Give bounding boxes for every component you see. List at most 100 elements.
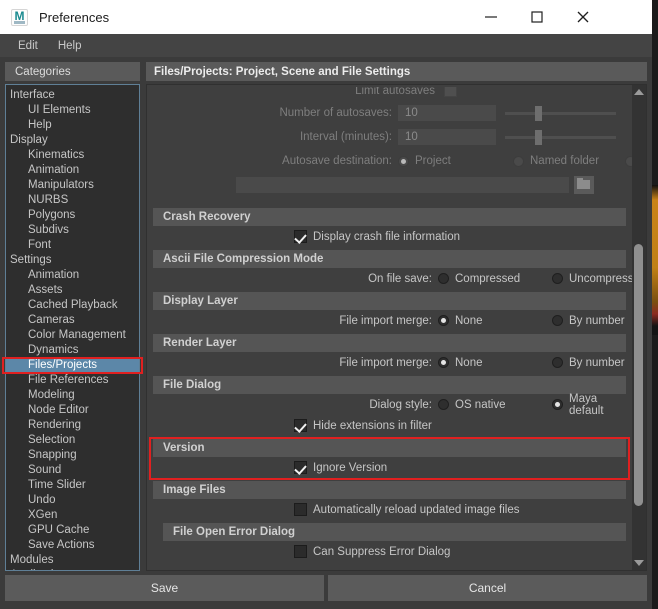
menu-item-edit[interactable]: Edit	[10, 38, 46, 54]
folder-icon[interactable]	[574, 176, 594, 194]
sidebar-item-interface[interactable]: Interface	[6, 88, 139, 103]
sidebar-item-animation[interactable]: Animation	[6, 268, 139, 283]
render-layer-option-none[interactable]: None	[438, 357, 483, 369]
number-of-autosaves-field[interactable]: 10	[397, 104, 497, 122]
autosave-destination-option-env-var[interactable]: Env Var	[625, 149, 632, 173]
option-label: Can Suppress Error Dialog	[313, 545, 451, 558]
auto-reload-images-option[interactable]: Automatically reload updated image files	[294, 503, 519, 516]
hide-extensions-option[interactable]: Hide extensions in filter	[294, 419, 432, 432]
number-of-autosaves-slider[interactable]	[505, 105, 616, 121]
radio-icon[interactable]	[513, 155, 524, 167]
categories-list[interactable]: Interface UI Elements Help Display Kinematic…	[5, 84, 140, 571]
close-button[interactable]	[560, 0, 606, 34]
can-suppress-error-option[interactable]: Can Suppress Error Dialog	[294, 545, 450, 558]
sidebar-item-subdivs[interactable]: Subdivs	[6, 223, 139, 238]
option-label: None	[455, 356, 483, 369]
sidebar-item-rendering[interactable]: Rendering	[6, 418, 139, 433]
sidebar-item-modules[interactable]: Modules	[6, 553, 139, 568]
sidebar-item-files-projects[interactable]: Files/Projects	[6, 358, 139, 373]
slider-thumb[interactable]	[535, 105, 542, 121]
checkbox-icon[interactable]	[294, 503, 307, 516]
compression-option-compressed[interactable]: Compressed	[438, 273, 520, 285]
sidebar-item-dynamics[interactable]: Dynamics	[6, 343, 139, 358]
sidebar-item-save-actions[interactable]: Save Actions	[6, 538, 139, 553]
radio-icon[interactable]	[552, 399, 563, 410]
checkbox-icon[interactable]	[294, 461, 307, 474]
sidebar-item-modeling[interactable]: Modeling	[6, 388, 139, 403]
sidebar-item-gpu-cache[interactable]: GPU Cache	[6, 523, 139, 538]
display-layer-option-none[interactable]: None	[438, 315, 483, 327]
sidebar-item-nurbs[interactable]: NURBS	[6, 193, 139, 208]
sidebar-item-sound[interactable]: Sound	[6, 463, 139, 478]
radio-icon[interactable]	[398, 155, 409, 167]
interval-minutes-slider[interactable]	[505, 129, 616, 145]
checkbox-icon[interactable]	[294, 545, 307, 558]
settings-panel: Files/Projects: Project, Scene and File …	[146, 62, 647, 571]
option-label: Maya default	[569, 392, 604, 417]
scrollbar-thumb[interactable]	[634, 244, 643, 506]
radio-icon[interactable]	[438, 357, 449, 368]
option-label: Display crash file information	[313, 230, 461, 243]
interval-minutes-field[interactable]: 10	[397, 128, 497, 146]
menu-item-help[interactable]: Help	[50, 38, 90, 54]
sidebar-item-cached-playback[interactable]: Cached Playback	[6, 298, 139, 313]
sidebar-item-cameras[interactable]: Cameras	[6, 313, 139, 328]
scroll-down-arrow-icon[interactable]	[633, 556, 646, 570]
display-layer-option-by-number[interactable]: By number	[552, 315, 625, 327]
sidebar-item-selection[interactable]: Selection	[6, 433, 139, 448]
sidebar-item-kinematics[interactable]: Kinematics	[6, 148, 139, 163]
settings-panel-header: Files/Projects: Project, Scene and File …	[146, 62, 647, 81]
sidebar-item-ui-elements[interactable]: UI Elements	[6, 103, 139, 118]
autosave-destination-option-project[interactable]: Project	[398, 155, 451, 167]
limit-autosaves-row: Limit autosaves	[147, 87, 632, 101]
radio-icon[interactable]	[438, 315, 449, 326]
interval-minutes-label: Interval (minutes):	[299, 131, 392, 143]
sidebar-item-xgen[interactable]: XGen	[6, 508, 139, 523]
sidebar-item-polygons[interactable]: Polygons	[6, 208, 139, 223]
sidebar-item-file-references[interactable]: File References	[6, 373, 139, 388]
minimize-button[interactable]	[468, 0, 514, 34]
sidebar-item-time-slider[interactable]: Time Slider	[6, 478, 139, 493]
number-of-autosaves-row: Number of autosaves: 10	[147, 101, 632, 125]
sidebar-item-settings[interactable]: Settings	[6, 253, 139, 268]
section-header-version: Version	[153, 439, 626, 457]
sidebar-item-color-management[interactable]: Color Management	[6, 328, 139, 343]
ignore-version-option[interactable]: Ignore Version	[294, 461, 387, 474]
save-button[interactable]: Save	[5, 575, 324, 601]
radio-icon[interactable]	[552, 315, 563, 326]
sidebar-item-snapping[interactable]: Snapping	[6, 448, 139, 463]
vertical-scrollbar[interactable]	[632, 84, 647, 571]
autosave-destination-option-named-folder[interactable]: Named folder	[513, 155, 599, 167]
radio-icon[interactable]	[438, 273, 449, 284]
cancel-button[interactable]: Cancel	[328, 575, 647, 601]
checkbox-icon[interactable]	[294, 419, 307, 432]
scrollbar-track[interactable]	[632, 99, 646, 556]
dialog-footer: Save Cancel	[0, 571, 652, 609]
sidebar-item-undo[interactable]: Undo	[6, 493, 139, 508]
option-label: By number	[569, 356, 625, 369]
render-layer-option-by-number[interactable]: By number	[552, 357, 625, 369]
radio-icon[interactable]	[552, 273, 563, 284]
sidebar-item-node-editor[interactable]: Node Editor	[6, 403, 139, 418]
sidebar-item-font[interactable]: Font	[6, 238, 139, 253]
maximize-button[interactable]	[514, 0, 560, 34]
sidebar-item-help[interactable]: Help	[6, 118, 139, 133]
display-crash-info-row: Display crash file information	[147, 226, 632, 247]
autosave-path-field[interactable]	[235, 176, 570, 194]
radio-icon[interactable]	[625, 155, 632, 167]
slider-thumb[interactable]	[535, 129, 542, 145]
sidebar-item-manipulators[interactable]: Manipulators	[6, 178, 139, 193]
sidebar-item-animation[interactable]: Animation	[6, 163, 139, 178]
radio-icon[interactable]	[552, 357, 563, 368]
sidebar-item-applications[interactable]: Applications	[6, 568, 139, 570]
compression-option-uncompressed[interactable]: Uncompressed	[552, 273, 632, 285]
limit-autosaves-checkbox[interactable]	[444, 87, 457, 97]
scroll-up-arrow-icon[interactable]	[633, 85, 646, 99]
display-crash-info-option[interactable]: Display crash file information	[294, 230, 460, 243]
radio-icon[interactable]	[438, 399, 449, 410]
sidebar-item-assets[interactable]: Assets	[6, 283, 139, 298]
checkbox-icon[interactable]	[294, 230, 307, 243]
dialog-style-option-maya-default[interactable]: Maya default	[552, 393, 632, 417]
sidebar-item-display[interactable]: Display	[6, 133, 139, 148]
dialog-style-option-os-native[interactable]: OS native	[438, 399, 506, 411]
